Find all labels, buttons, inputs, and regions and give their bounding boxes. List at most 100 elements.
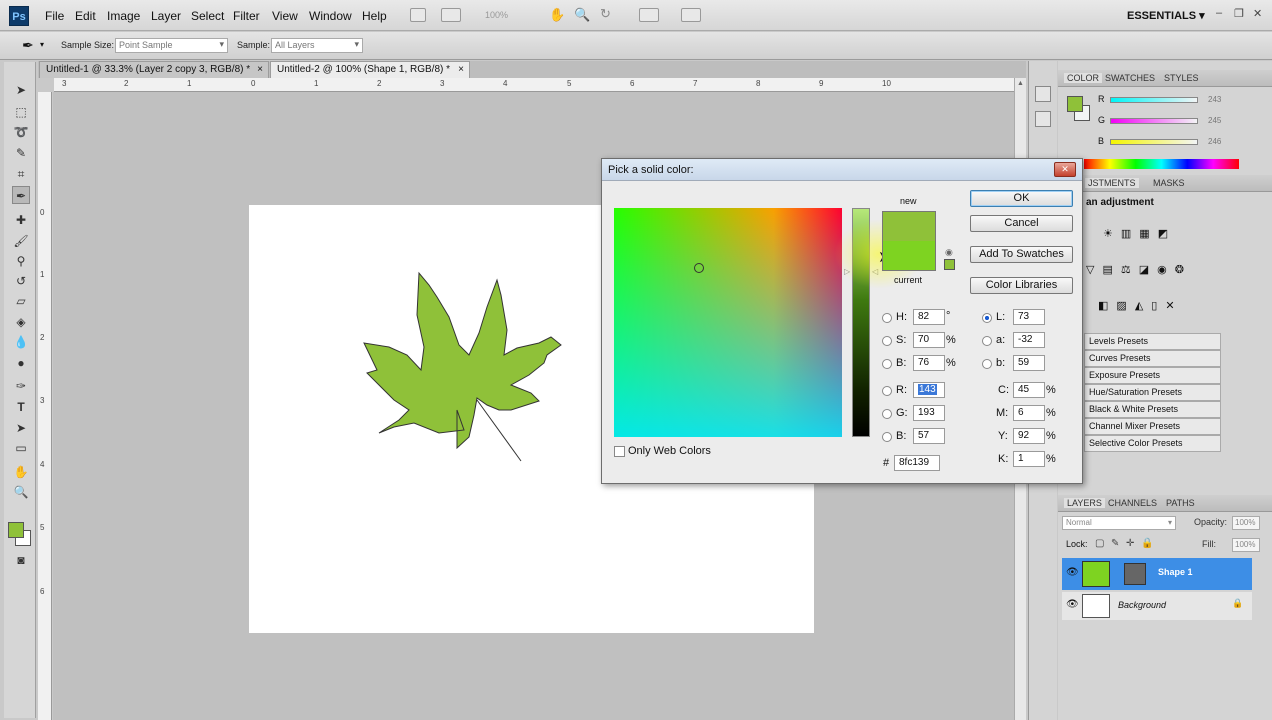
sample-size-select[interactable]: Point Sample xyxy=(115,38,228,53)
lock-transparent-icon[interactable]: ▢ xyxy=(1095,538,1104,549)
history-icon[interactable] xyxy=(1035,86,1051,102)
current-color-swatch[interactable] xyxy=(882,241,936,271)
lab-b-radio[interactable] xyxy=(982,359,992,369)
move-tool-icon[interactable]: ➤ xyxy=(12,81,30,99)
eraser-tool-icon[interactable]: ▱ xyxy=(12,292,30,310)
black-white-icon[interactable]: ◪ xyxy=(1139,263,1149,281)
close-icon[interactable]: ✕ xyxy=(1253,7,1262,20)
channel-mixer-icon[interactable]: ❂ xyxy=(1175,263,1184,281)
lock-all-icon[interactable]: 🔒 xyxy=(1141,538,1153,549)
preset-hue-saturation[interactable]: Hue/Saturation Presets xyxy=(1084,384,1221,401)
view-extras-icon[interactable] xyxy=(441,8,461,22)
blur-tool-icon[interactable]: 💧 xyxy=(12,333,30,351)
preset-black-white[interactable]: Black & White Presets xyxy=(1084,401,1221,418)
threshold-icon[interactable]: ◭ xyxy=(1135,299,1143,317)
tab-untitled-2[interactable]: Untitled-2 @ 100% (Shape 1, RGB/8) * × xyxy=(270,61,470,78)
zoom-tool-icon[interactable]: 🔍 xyxy=(12,483,30,501)
green-slider[interactable] xyxy=(1110,118,1198,124)
g-radio[interactable] xyxy=(882,409,892,419)
hand-tool-icon[interactable]: ✋ xyxy=(549,7,565,23)
minimize-icon[interactable]: – xyxy=(1216,7,1222,19)
add-to-swatches-button[interactable]: Add To Swatches xyxy=(970,246,1073,263)
posterize-icon[interactable]: ▨ xyxy=(1116,299,1126,317)
lasso-tool-icon[interactable]: ➰ xyxy=(12,123,30,141)
shape-tool-icon[interactable]: ▭ xyxy=(12,439,30,457)
rotate-view-icon[interactable]: ↻ xyxy=(600,6,611,22)
crop-tool-icon[interactable]: ⌗ xyxy=(12,165,30,183)
menu-filter[interactable]: Filter xyxy=(233,9,260,23)
tab-untitled-1[interactable]: Untitled-1 @ 33.3% (Layer 2 copy 3, RGB/… xyxy=(39,61,269,78)
tab-paths[interactable]: PATHS xyxy=(1166,498,1195,508)
tab-layers[interactable]: LAYERS xyxy=(1064,498,1105,508)
a-radio[interactable] xyxy=(982,336,992,346)
blue-radio[interactable] xyxy=(882,432,892,442)
type-tool-icon[interactable]: T xyxy=(12,398,30,416)
sample-select[interactable]: All Layers xyxy=(271,38,363,53)
selective-color-icon[interactable]: ✕ xyxy=(1165,299,1174,317)
foreground-color-swatch[interactable] xyxy=(8,522,24,538)
hex-field[interactable]: 8fc139 xyxy=(894,455,940,471)
tab-color[interactable]: COLOR xyxy=(1064,73,1103,83)
menu-layer[interactable]: Layer xyxy=(151,9,181,23)
ok-button[interactable]: OK xyxy=(970,190,1073,207)
scroll-up-icon[interactable]: ▲ xyxy=(1017,80,1024,87)
layer-row[interactable]: 👁 Background 🔒 xyxy=(1062,592,1252,620)
brush-tool-icon[interactable]: 🖌 xyxy=(12,232,30,250)
healing-brush-tool-icon[interactable]: ✚ xyxy=(12,211,30,229)
arrange-documents-icon[interactable] xyxy=(639,8,659,22)
tab-channels[interactable]: CHANNELS xyxy=(1108,498,1157,508)
paint-bucket-tool-icon[interactable]: ◈ xyxy=(12,313,30,331)
screen-mode-icon[interactable] xyxy=(681,8,701,22)
tab-masks[interactable]: MASKS xyxy=(1153,178,1185,188)
preset-channel-mixer[interactable]: Channel Mixer Presets xyxy=(1084,418,1221,435)
eye-icon[interactable]: 👁 xyxy=(1066,599,1079,610)
color-balance-icon[interactable]: ⚖ xyxy=(1121,263,1131,281)
preset-exposure[interactable]: Exposure Presets xyxy=(1084,367,1221,384)
preset-curves[interactable]: Curves Presets xyxy=(1084,350,1221,367)
menu-help[interactable]: Help xyxy=(362,9,387,23)
path-select-tool-icon[interactable]: ➤ xyxy=(12,419,30,437)
gradient-map-icon[interactable]: ▯ xyxy=(1151,299,1157,317)
red-slider[interactable] xyxy=(1110,97,1198,103)
cancel-button[interactable]: Cancel xyxy=(970,215,1073,232)
eyedropper-tool-icon[interactable]: ✒ xyxy=(22,37,34,54)
marquee-tool-icon[interactable]: ⬚ xyxy=(12,103,30,121)
quick-mask-icon[interactable]: ◙ xyxy=(12,551,30,569)
menu-window[interactable]: Window xyxy=(309,9,352,23)
fill-value[interactable]: 100% xyxy=(1232,538,1260,552)
brightness-radio[interactable] xyxy=(882,359,892,369)
l-field[interactable]: 73 xyxy=(1013,309,1045,325)
clone-stamp-tool-icon[interactable]: ⚲ xyxy=(12,252,30,270)
r-field[interactable]: 143 xyxy=(913,382,945,398)
color-libraries-button[interactable]: Color Libraries xyxy=(970,277,1073,294)
blend-mode-select[interactable]: Normal ▾ xyxy=(1062,516,1176,530)
out-of-gamut-icon[interactable]: ◉ xyxy=(945,247,953,258)
green-value[interactable]: 245 xyxy=(1206,115,1236,128)
brightness-icon[interactable]: ☀ xyxy=(1103,227,1113,245)
zoom-tool-icon[interactable]: 🔍 xyxy=(574,7,590,23)
s-field[interactable]: 70 xyxy=(913,332,945,348)
only-web-colors-checkbox[interactable] xyxy=(614,446,625,457)
g-field[interactable]: 193 xyxy=(913,405,945,421)
preset-levels[interactable]: Levels Presets xyxy=(1084,333,1221,350)
close-icon[interactable]: ✕ xyxy=(1054,162,1076,177)
y-field[interactable]: 92 xyxy=(1013,428,1045,444)
hue-saturation-icon[interactable]: ▤ xyxy=(1102,263,1112,281)
lab-b-field[interactable]: 59 xyxy=(1013,355,1045,371)
zoom-level[interactable]: 100% xyxy=(485,10,508,20)
history-brush-tool-icon[interactable]: ↺ xyxy=(12,272,30,290)
menu-file[interactable]: File xyxy=(45,9,64,23)
workspace-switcher[interactable]: ESSENTIALS ▾ xyxy=(1127,9,1205,22)
tab-adjustments[interactable]: JSTMENTS xyxy=(1085,178,1139,188)
close-icon[interactable]: × xyxy=(257,64,263,75)
c-field[interactable]: 45 xyxy=(1013,382,1045,398)
tool-preset-chevron-icon[interactable]: ▾ xyxy=(40,40,44,49)
blue-field[interactable]: 57 xyxy=(913,428,945,444)
hand-tool-icon[interactable]: ✋ xyxy=(12,463,30,481)
vibrance-icon[interactable]: ▽ xyxy=(1086,263,1094,281)
blue-slider[interactable] xyxy=(1110,139,1198,145)
color-ramp[interactable] xyxy=(1084,159,1239,169)
restore-icon[interactable]: ❐ xyxy=(1234,7,1244,20)
color-field[interactable] xyxy=(614,208,842,437)
pen-tool-icon[interactable]: ✑ xyxy=(12,377,30,395)
